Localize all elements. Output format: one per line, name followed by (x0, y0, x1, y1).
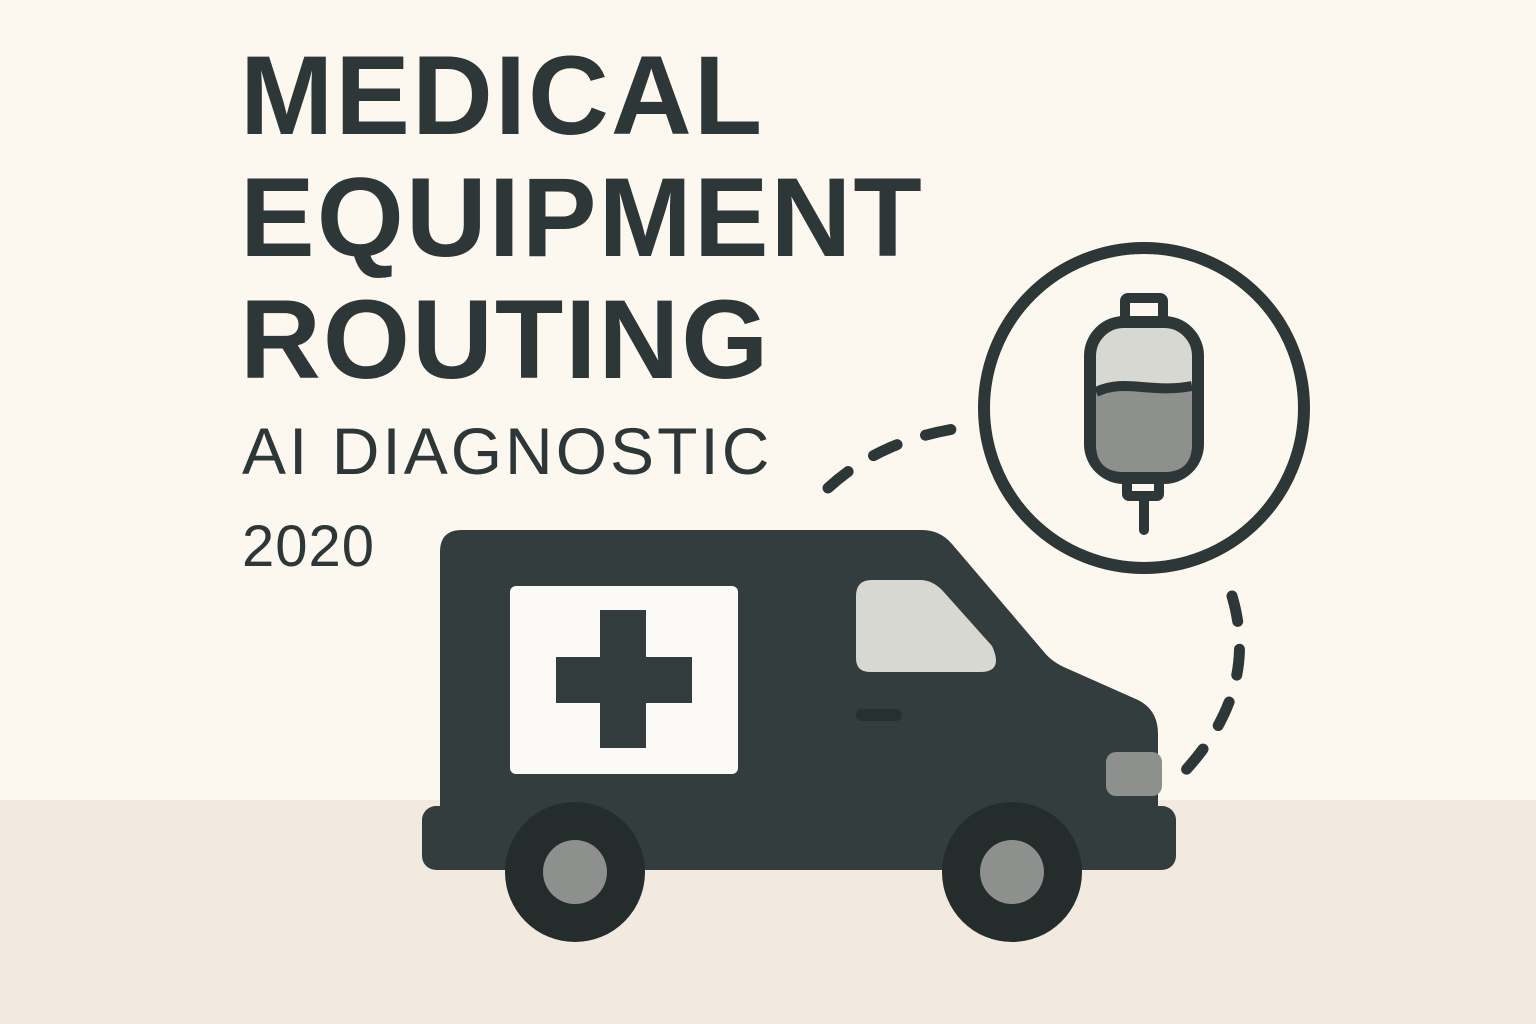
ambulance-icon (422, 530, 1176, 942)
route-dashed-line-upper (822, 422, 966, 494)
rear-wheel (505, 802, 645, 942)
front-wheel (942, 802, 1082, 942)
medical-cross-icon (510, 586, 738, 774)
iv-bag-icon (978, 242, 1310, 574)
route-dashed-line-lower (1178, 590, 1246, 778)
illustration (422, 242, 1310, 942)
